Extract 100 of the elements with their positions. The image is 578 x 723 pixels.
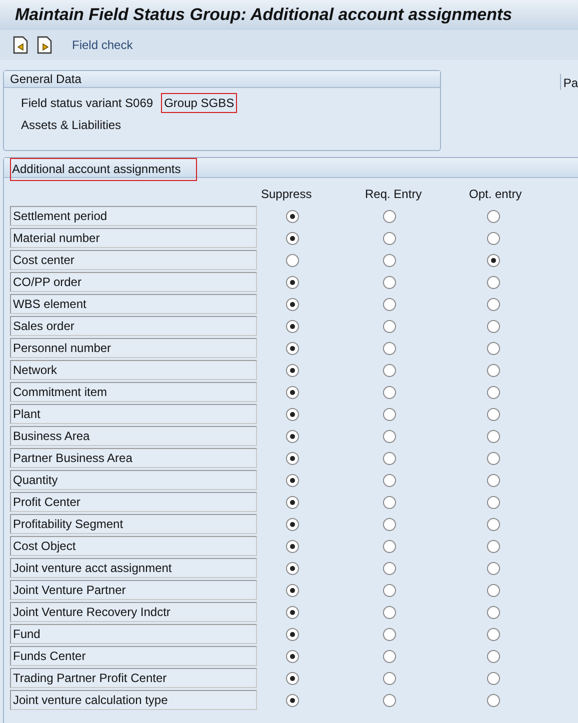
radio-button[interactable]: [383, 430, 396, 442]
radio-button[interactable]: [383, 562, 396, 574]
field-label: Funds Center: [10, 646, 257, 666]
radio-button[interactable]: [286, 474, 299, 486]
radio-button[interactable]: [487, 694, 500, 706]
field-label: Business Area: [10, 426, 257, 446]
radio-button[interactable]: [487, 540, 500, 552]
radio-button[interactable]: [286, 606, 299, 618]
field-label: WBS element: [10, 294, 257, 314]
radio-button[interactable]: [487, 628, 500, 640]
radio-button[interactable]: [286, 254, 299, 266]
radio-button[interactable]: [286, 232, 299, 244]
field-label: Material number: [10, 228, 257, 248]
radio-button[interactable]: [487, 364, 500, 376]
radio-button[interactable]: [487, 518, 500, 530]
radio-button[interactable]: [286, 298, 299, 310]
field-check-button[interactable]: Field check: [72, 36, 133, 54]
field-label: Partner Business Area: [10, 448, 257, 468]
radio-button[interactable]: [487, 298, 500, 310]
radio-button[interactable]: [286, 518, 299, 530]
radio-button[interactable]: [383, 408, 396, 420]
radio-button[interactable]: [487, 386, 500, 398]
radio-button[interactable]: [487, 452, 500, 464]
radio-button[interactable]: [286, 650, 299, 662]
field-status-variant: Field status variant S069: [21, 95, 154, 112]
radio-button[interactable]: [286, 276, 299, 288]
radio-button[interactable]: [286, 584, 299, 596]
radio-button[interactable]: [487, 562, 500, 574]
panel-title: Additional account assignments: [10, 158, 197, 180]
column-header: Req. Entry: [365, 186, 422, 203]
radio-button[interactable]: [383, 452, 396, 464]
window-title: Maintain Field Status Group: Additional account assignments: [15, 4, 512, 26]
radio-button[interactable]: [487, 430, 500, 442]
radio-button[interactable]: [487, 210, 500, 222]
radio-button[interactable]: [286, 672, 299, 684]
radio-button[interactable]: [383, 496, 396, 508]
field-label: Joint Venture Partner: [10, 580, 257, 600]
radio-button[interactable]: [487, 254, 500, 266]
radio-button[interactable]: [286, 694, 299, 706]
radio-button[interactable]: [487, 232, 500, 244]
field-label: Cost Object: [10, 536, 257, 556]
radio-button[interactable]: [487, 496, 500, 508]
column-header: Suppress: [261, 186, 312, 203]
radio-button[interactable]: [487, 672, 500, 684]
next-page-icon[interactable]: [36, 36, 52, 54]
panel-title: General Data: [10, 71, 82, 88]
radio-button[interactable]: [383, 386, 396, 398]
radio-button[interactable]: [487, 650, 500, 662]
radio-button[interactable]: [383, 474, 396, 486]
radio-button[interactable]: [286, 342, 299, 354]
field-label: Cost center: [10, 250, 257, 270]
radio-button[interactable]: [383, 672, 396, 684]
radio-button[interactable]: [286, 540, 299, 552]
radio-button[interactable]: [383, 276, 396, 288]
radio-button[interactable]: [383, 254, 396, 266]
radio-button[interactable]: [383, 650, 396, 662]
radio-button[interactable]: [286, 364, 299, 376]
field-label: Plant: [10, 404, 257, 424]
radio-button[interactable]: [383, 232, 396, 244]
radio-button[interactable]: [286, 408, 299, 420]
radio-button[interactable]: [286, 628, 299, 640]
radio-button[interactable]: [487, 276, 500, 288]
radio-button[interactable]: [383, 342, 396, 354]
radio-button[interactable]: [383, 320, 396, 332]
radio-button[interactable]: [383, 364, 396, 376]
radio-button[interactable]: [383, 210, 396, 222]
radio-button[interactable]: [383, 298, 396, 310]
radio-button[interactable]: [286, 386, 299, 398]
radio-button[interactable]: [383, 694, 396, 706]
previous-page-icon[interactable]: [12, 36, 28, 54]
radio-button[interactable]: [383, 584, 396, 596]
radio-button[interactable]: [286, 210, 299, 222]
radio-button[interactable]: [383, 518, 396, 530]
field-label: Trading Partner Profit Center: [10, 668, 257, 688]
radio-button[interactable]: [286, 496, 299, 508]
field-label: Joint venture calculation type: [10, 690, 257, 710]
field-label: Joint venture acct assignment: [10, 558, 257, 578]
field-label: Network: [10, 360, 257, 380]
radio-button[interactable]: [487, 320, 500, 332]
field-label: Profit Center: [10, 492, 257, 512]
radio-button[interactable]: [286, 320, 299, 332]
field-label: Commitment item: [10, 382, 257, 402]
radio-button[interactable]: [383, 606, 396, 618]
radio-button[interactable]: [286, 452, 299, 464]
field-label: Settlement period: [10, 206, 257, 226]
side-label: Pa: [560, 74, 578, 90]
radio-button[interactable]: [383, 628, 396, 640]
radio-button[interactable]: [286, 562, 299, 574]
radio-button[interactable]: [487, 408, 500, 420]
field-label: CO/PP order: [10, 272, 257, 292]
field-label: Fund: [10, 624, 257, 644]
group-label: Group SGBS: [161, 93, 238, 113]
radio-button[interactable]: [383, 540, 396, 552]
radio-button[interactable]: [487, 342, 500, 354]
group-description: Assets & Liabilities: [21, 118, 122, 132]
radio-button[interactable]: [286, 430, 299, 442]
field-label: Personnel number: [10, 338, 257, 358]
radio-button[interactable]: [487, 606, 500, 618]
radio-button[interactable]: [487, 584, 500, 596]
radio-button[interactable]: [487, 474, 500, 486]
